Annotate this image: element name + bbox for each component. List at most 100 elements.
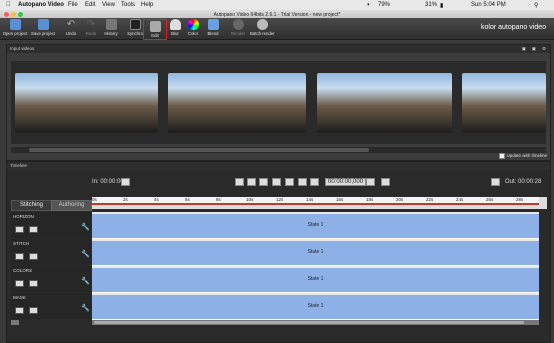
tab-stitching[interactable]: Stitching <box>11 200 52 211</box>
timecode-field[interactable]: 00:00:00,000 <box>325 178 367 186</box>
render-button[interactable]: Render <box>229 18 247 39</box>
main-toolbar: Open project Save project ↶ Undo ↷ Redo … <box>0 18 554 40</box>
ruler-tick: 22s <box>426 197 434 202</box>
input-videos-panel: Input videos ▣ ▣ ⚙ Update with timeline <box>6 44 551 161</box>
add-keyframe-icon[interactable] <box>15 280 24 287</box>
scrollbar-thumb[interactable] <box>29 148 369 152</box>
expand-icon[interactable]: ▣ <box>532 46 536 52</box>
macos-menubar:  Autopano Video File Edit View Tools He… <box>0 0 554 10</box>
ruler-tick: 8s <box>216 197 221 202</box>
keyframe-strip[interactable] <box>92 205 539 209</box>
battery-icon[interactable]: ▮ <box>440 2 443 9</box>
track-colors-state[interactable]: State 1 <box>92 266 539 293</box>
clock[interactable]: Sun 5:04 PM <box>471 2 506 8</box>
synchro-button[interactable]: Synchro <box>126 18 144 39</box>
apple-menu-icon[interactable]:  <box>6 2 11 8</box>
go-start-icon[interactable] <box>235 178 244 186</box>
wrench-icon[interactable]: 🔧 <box>81 304 90 312</box>
next-keyframe-icon[interactable] <box>29 280 38 287</box>
wrench-icon[interactable]: 🔧 <box>81 277 90 285</box>
video-thumbnail[interactable] <box>462 73 546 133</box>
track-label-colors[interactable]: COLORS 🔧 <box>11 266 91 292</box>
track-horizon-state[interactable]: State 1 <box>92 212 539 239</box>
add-keyframe-icon[interactable] <box>15 226 24 233</box>
wrench-icon[interactable]: 🔧 <box>81 223 90 231</box>
batch-render-button[interactable]: Batch render <box>250 18 275 39</box>
track-label-stitch[interactable]: STITCH 🔧 <box>11 239 91 265</box>
redo-button[interactable]: ↷ Redo <box>82 18 100 39</box>
filmstrip-scrollbar[interactable] <box>11 147 546 153</box>
open-project-button[interactable]: Open project <box>2 18 28 39</box>
history-button[interactable]: History <box>102 18 120 39</box>
video-filmstrip <box>11 61 546 144</box>
step-forward-icon[interactable] <box>285 178 294 186</box>
save-icon <box>37 19 49 30</box>
color-button[interactable]: Color <box>185 18 201 39</box>
video-thumbnail[interactable] <box>15 73 158 133</box>
set-out-icon[interactable] <box>491 178 500 186</box>
track-label-horizon[interactable]: HORIZON 🔧 <box>11 212 91 238</box>
wrench-icon[interactable]: 🔧 <box>81 250 90 258</box>
update-checkbox[interactable] <box>499 153 506 159</box>
next-keyframe-icon[interactable] <box>29 307 38 314</box>
input-videos-title: Input videos <box>10 46 35 51</box>
next-keyframe-icon[interactable] <box>29 253 38 260</box>
timeline-zoom-icon[interactable] <box>539 197 547 209</box>
blur-button[interactable]: Blur <box>167 18 183 39</box>
set-in-icon[interactable] <box>121 178 130 186</box>
update-with-timeline[interactable]: Update with timeline <box>499 153 547 159</box>
next-keyframe-icon[interactable] <box>29 226 38 233</box>
timeline-panel: Timeline In: 00:00:00 00:00:00,000 Out: … <box>6 161 551 343</box>
scroll-left-icon[interactable] <box>11 320 19 325</box>
tab-authoring[interactable]: Authoring <box>51 200 92 211</box>
ruler-tick: 28s <box>516 197 524 202</box>
clapper-icon <box>129 19 141 30</box>
in-point[interactable]: In: 00:00:00 <box>92 179 124 185</box>
track-stitch-state[interactable]: State 1 <box>92 239 539 266</box>
save-project-button[interactable]: Save project <box>30 18 56 39</box>
go-end-icon[interactable] <box>310 178 319 186</box>
settings-icon[interactable]: ⚙ <box>542 46 546 52</box>
timeline-title: Timeline <box>10 163 27 168</box>
add-keyframe-icon[interactable] <box>15 307 24 314</box>
menu-edit[interactable]: Edit <box>85 2 95 8</box>
ruler-tick: 12s <box>276 197 284 202</box>
ruler-tick: 16s <box>336 197 344 202</box>
popout-icon[interactable]: ▣ <box>522 46 526 52</box>
video-thumbnail[interactable] <box>317 73 452 133</box>
prev-frame-icon[interactable] <box>247 178 256 186</box>
menu-view[interactable]: View <box>102 2 115 8</box>
loop-icon[interactable] <box>366 178 375 186</box>
menu-file[interactable]: File <box>68 2 78 8</box>
ruler-tick: 0s <box>92 197 97 202</box>
scrollbar-thumb[interactable] <box>94 321 524 324</box>
track-label-mask[interactable]: MASK 🔧 <box>11 293 91 319</box>
app-menu[interactable]: Autopano Video <box>18 2 64 8</box>
color-wheel-icon <box>187 19 199 30</box>
wifi-icon[interactable]: ◑ <box>366 2 370 8</box>
ruler-tick: 4s <box>154 197 159 202</box>
ruler-tick: 18s <box>366 197 374 202</box>
undo-icon: ↶ <box>66 19 76 30</box>
marker-icon[interactable] <box>381 178 390 186</box>
out-point[interactable]: Out: 00:00:28 <box>505 179 541 185</box>
edit-icon <box>149 21 161 32</box>
menu-tools[interactable]: Tools <box>121 2 135 8</box>
next-frame-icon[interactable] <box>298 178 307 186</box>
timeline-hscrollbar[interactable] <box>92 320 539 325</box>
wifi-percent: 79% <box>378 2 391 8</box>
ruler-tick: 14s <box>306 197 314 202</box>
search-icon[interactable]: ⚲ <box>534 2 538 9</box>
video-thumbnail[interactable] <box>168 73 306 133</box>
hand-icon <box>169 19 181 30</box>
track-mask-state[interactable]: State 1 <box>92 293 539 320</box>
step-back-icon[interactable] <box>259 178 268 186</box>
add-keyframe-icon[interactable] <box>15 253 24 260</box>
blend-button[interactable]: Blend <box>204 18 222 39</box>
play-icon[interactable] <box>272 178 281 186</box>
edit-button[interactable]: Edit <box>143 19 167 40</box>
undo-button[interactable]: ↶ Undo <box>62 18 80 39</box>
redo-icon: ↷ <box>86 19 96 30</box>
transport-bar: In: 00:00:00 00:00:00,000 Out: 00:00:28 <box>7 176 550 186</box>
menu-help[interactable]: Help <box>141 2 153 8</box>
